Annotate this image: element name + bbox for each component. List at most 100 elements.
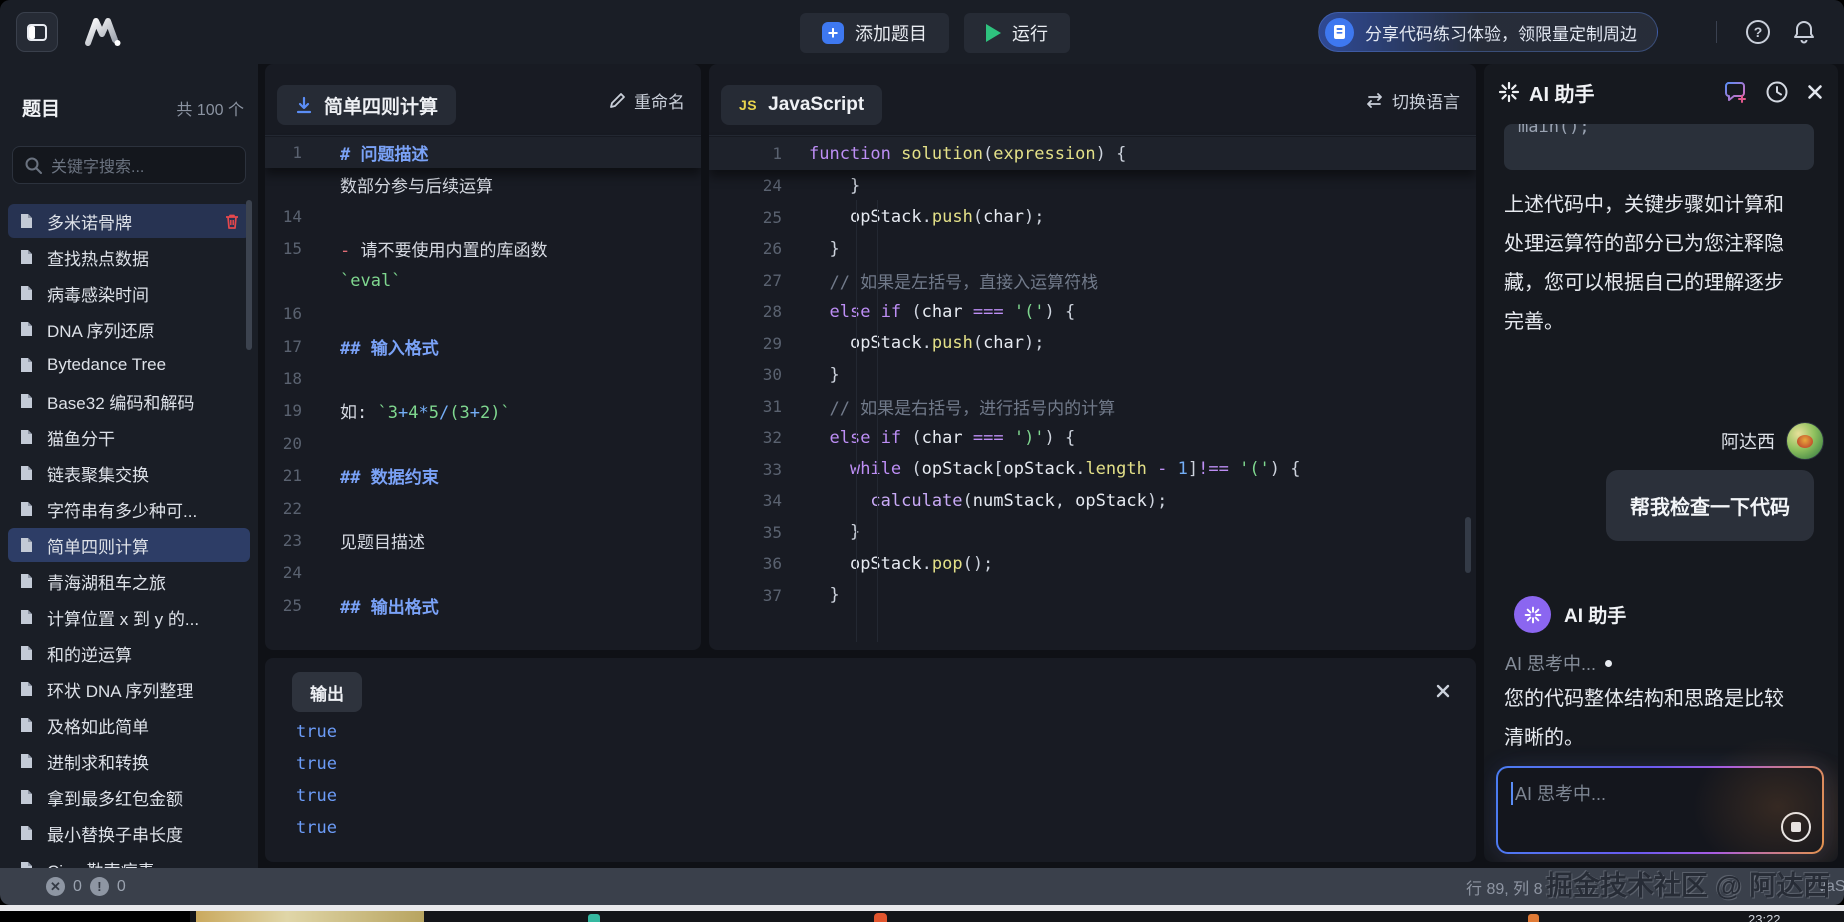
cursor-position[interactable]: 行 89, 列 8 bbox=[1466, 868, 1542, 905]
sidebar-scrollbar[interactable] bbox=[246, 200, 252, 350]
sidebar-item[interactable]: 拿到最多红包金额 bbox=[8, 780, 250, 814]
stop-generation-button[interactable] bbox=[1781, 812, 1811, 842]
close-output-button[interactable] bbox=[1432, 680, 1454, 702]
line-number: 20 bbox=[265, 434, 340, 453]
line-number: 14 bbox=[265, 207, 340, 226]
editor-line: 30 } bbox=[709, 359, 1476, 391]
sidebar-item[interactable]: Bytedance Tree bbox=[8, 348, 250, 382]
sidebar-toggle-button[interactable] bbox=[16, 12, 58, 52]
sidebar-item[interactable]: 猫鱼分干 bbox=[8, 420, 250, 454]
code-editor[interactable]: 1function solution(expression) { 24 }25 … bbox=[709, 137, 1476, 650]
editor-line: 25## 输出格式 bbox=[265, 589, 701, 621]
announcement-banner[interactable]: 分享代码练习体验，领限量定制周边 bbox=[1318, 12, 1658, 52]
help-button[interactable]: ? bbox=[1744, 18, 1772, 46]
app-logo[interactable] bbox=[82, 14, 128, 50]
sidebar-item[interactable]: 计算位置 x 到 y 的... bbox=[8, 600, 250, 634]
line-number: 15 bbox=[265, 239, 340, 258]
problem-title-pill[interactable]: 简单四则计算 bbox=[277, 85, 456, 125]
token: // 如果是左括号，直接入运算符栈 bbox=[809, 273, 1098, 293]
rename-button[interactable]: 重命名 bbox=[609, 88, 685, 113]
file-icon bbox=[19, 501, 34, 517]
token: if bbox=[881, 302, 901, 322]
add-problem-button[interactable]: + 添加题目 bbox=[800, 13, 949, 53]
ai-chat-input[interactable]: AI 思考中... bbox=[1496, 766, 1824, 854]
token: expression bbox=[993, 144, 1095, 164]
problem-list: 多米诺骨牌查找热点数据病毒感染时间 DNA 序列还原Bytedance TreeB… bbox=[0, 202, 258, 886]
problem-sidebar: 题目 共 100 个 关键字搜索... 多米诺骨牌查找热点数据病毒感染时间DNA… bbox=[0, 64, 258, 868]
code-lines: 24 }25 opStack.push(char);26 }27 // 如果是左… bbox=[709, 170, 1476, 611]
editor-line: 34 calculate(numStack, opStack); bbox=[709, 485, 1476, 517]
taskbar-window-thumbnail[interactable] bbox=[196, 911, 424, 922]
taskbar-app-icon[interactable] bbox=[588, 914, 600, 922]
line-number: 19 bbox=[265, 401, 340, 420]
token: # 问题描述 bbox=[340, 145, 428, 165]
editor-line: 35 } bbox=[709, 517, 1476, 549]
line-content: - 请不要使用内置的库函数 bbox=[340, 236, 547, 261]
file-icon bbox=[19, 753, 34, 769]
sidebar-item[interactable]: Base32 编码和解码 bbox=[8, 384, 250, 418]
sidebar-item[interactable]: 多米诺骨牌 bbox=[8, 204, 250, 238]
watermark: 掘金技术社区 @ 阿达西 bbox=[1546, 864, 1830, 903]
token: ## 输出格式 bbox=[340, 598, 439, 618]
token bbox=[809, 491, 870, 511]
markdown-editor[interactable]: 1# 问题描述 数部分参与后续运算1415- 请不要使用内置的库函数`eval`… bbox=[265, 137, 701, 650]
sidebar-item[interactable]: 病毒感染时间 bbox=[8, 276, 250, 310]
editor-line: 24 bbox=[265, 557, 701, 589]
delete-icon[interactable] bbox=[224, 213, 240, 230]
switch-language-button[interactable]: 切换语言 bbox=[1365, 88, 1460, 113]
problems-summary[interactable]: ✕ 0 ! 0 bbox=[0, 877, 126, 896]
problem-name: 猫鱼分干 bbox=[47, 425, 115, 450]
history-icon[interactable] bbox=[1765, 80, 1789, 104]
output-tab[interactable]: 输出 bbox=[292, 672, 362, 712]
problem-name: 最小替换子串长度 bbox=[47, 821, 183, 846]
token: solution bbox=[901, 144, 983, 164]
sidebar-item[interactable]: 青海湖租车之旅 bbox=[8, 564, 250, 598]
sidebar-item[interactable]: 进制求和转换 bbox=[8, 744, 250, 778]
token: ] bbox=[1188, 459, 1198, 479]
token: } bbox=[809, 522, 860, 542]
sidebar-item[interactable]: 字符串有多少种可... bbox=[8, 492, 250, 526]
line-content: // 如果是左括号，直接入运算符栈 bbox=[809, 268, 1098, 293]
sidebar-item[interactable]: 环状 DNA 序列整理 bbox=[8, 672, 250, 706]
file-icon bbox=[19, 645, 34, 661]
add-problem-label: 添加题目 bbox=[855, 20, 927, 46]
close-panel-icon[interactable] bbox=[1806, 83, 1824, 101]
new-chat-icon[interactable] bbox=[1722, 80, 1748, 104]
notifications-button[interactable] bbox=[1790, 18, 1818, 46]
sidebar-item[interactable]: 和的逆运算 bbox=[8, 636, 250, 670]
token: opStack bbox=[850, 207, 922, 227]
language-tab[interactable]: JS JavaScript bbox=[721, 85, 882, 125]
line-number: 17 bbox=[265, 337, 340, 356]
errors-count: 0 bbox=[73, 878, 82, 896]
taskbar-app-icon[interactable] bbox=[1528, 914, 1539, 922]
sidebar-item[interactable]: 链表聚集交换 bbox=[8, 456, 250, 490]
sidebar-item[interactable]: 简单四则计算 bbox=[8, 528, 250, 562]
token: push bbox=[932, 207, 973, 227]
sidebar-item[interactable]: DNA 序列还原 bbox=[8, 312, 250, 346]
line-number: 36 bbox=[709, 554, 809, 573]
run-button[interactable]: 运行 bbox=[964, 13, 1070, 53]
sidebar-item[interactable]: 查找热点数据 bbox=[8, 240, 250, 274]
sidebar-item[interactable]: 及格如此简单 bbox=[8, 708, 250, 742]
token: 5 bbox=[429, 403, 439, 423]
editor-line: 22 bbox=[265, 492, 701, 524]
sidebar-item[interactable]: 最小替换子串长度 bbox=[8, 816, 250, 850]
taskbar-app-icon[interactable] bbox=[874, 913, 887, 922]
close-icon bbox=[1435, 683, 1451, 699]
code-panel-header: JS JavaScript 切换语言 bbox=[709, 64, 1476, 136]
token bbox=[963, 428, 973, 448]
editor-scrollbar[interactable] bbox=[1465, 517, 1471, 573]
token: - bbox=[340, 241, 360, 261]
search-input[interactable]: 关键字搜索... bbox=[12, 146, 246, 184]
token: . bbox=[922, 207, 932, 227]
token: !== bbox=[1198, 459, 1229, 479]
line-number: 22 bbox=[265, 499, 340, 518]
token: ); bbox=[1024, 207, 1044, 227]
line-content: ## 输入格式 bbox=[340, 334, 439, 359]
problem-name: 病毒感染时间 bbox=[47, 281, 149, 306]
line-content: while (opStack[opStack.length - 1]!== '(… bbox=[809, 459, 1301, 479]
line-number: 27 bbox=[709, 271, 809, 290]
loading-dot bbox=[1605, 660, 1612, 667]
line-number: 30 bbox=[709, 365, 809, 384]
ai-message: 上述代码中，关键步骤如计算和处理运算符的部分已为您注释隐藏，您可以根据自己的理解… bbox=[1504, 186, 1784, 342]
